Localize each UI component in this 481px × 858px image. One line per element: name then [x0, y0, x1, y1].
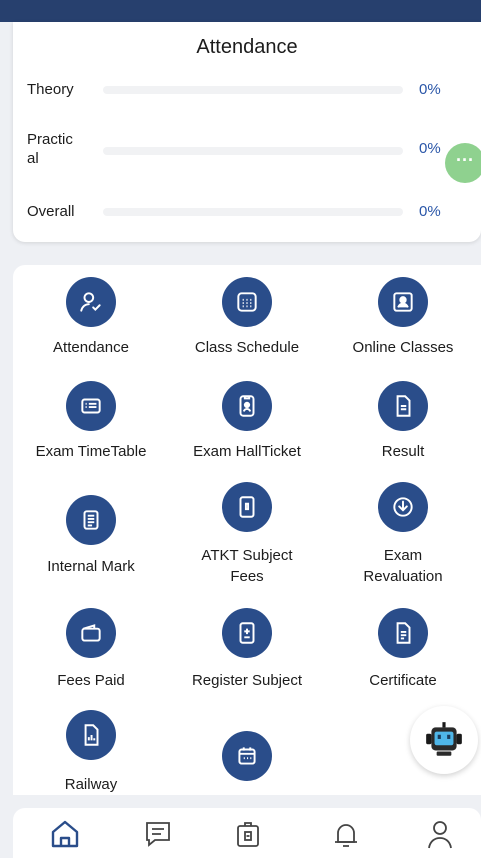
download-circle-icon	[378, 482, 428, 532]
attendance-percent: 0%	[419, 203, 441, 220]
robot-icon	[426, 722, 462, 756]
home-icon	[51, 820, 79, 848]
id-badge-icon	[222, 381, 272, 431]
user-check-icon	[66, 277, 116, 327]
message-icon	[146, 822, 170, 847]
menu-item-internal-mark[interactable]: Internal Mark	[13, 495, 169, 595]
menu-item-exam-revaluation[interactable]: Exam Revaluation	[325, 482, 481, 592]
calendar-icon	[222, 731, 272, 781]
menu-item-label: Attendance	[53, 339, 129, 356]
menu-item-label: Exam HallTicket	[193, 443, 301, 460]
menu-item-label: Fees Paid	[57, 672, 125, 689]
attendance-summary-card: Attendance Theory 0% Practic al 0% Overa…	[13, 22, 481, 242]
attendance-card-title: Attendance	[196, 36, 298, 58]
menu-item-register-subject[interactable]: Register Subject	[169, 608, 325, 698]
menu-item-label: Class Schedule	[194, 339, 300, 356]
attendance-percent: 0%	[419, 81, 441, 98]
menu-item-result[interactable]: Result	[325, 381, 481, 471]
menu-item-atkt-subject-fees[interactable]: ATKT Subject Fees	[169, 482, 325, 592]
nav-id-card[interactable]	[228, 816, 268, 856]
attendance-progress-bar	[103, 147, 403, 155]
certificate-icon	[378, 608, 428, 658]
list-icon	[66, 381, 116, 431]
attendance-progress-bar	[103, 208, 403, 216]
nav-notifications[interactable]	[326, 816, 366, 856]
plus-minus-document-icon	[222, 608, 272, 658]
menu-item-label: Result	[381, 443, 425, 460]
more-options-button[interactable]: ···	[445, 143, 481, 183]
wallet-icon	[66, 608, 116, 658]
menu-item-attendance[interactable]: Attendance	[13, 277, 169, 367]
bell-icon	[335, 824, 357, 847]
video-person-icon	[378, 277, 428, 327]
menu-item-label: Exam TimeTable	[35, 443, 147, 460]
menu-item-fees-paid[interactable]: Fees Paid	[13, 608, 169, 698]
calendar-grid-icon	[222, 277, 272, 327]
menu-item-label: Internal Mark	[47, 558, 135, 575]
top-app-bar	[0, 0, 481, 22]
attendance-percent: 0%	[419, 140, 441, 157]
menu-item-online-classes[interactable]: Online Classes	[325, 277, 481, 367]
menu-grid-card: Attendance Class Schedule Online Classes…	[13, 265, 481, 795]
menu-item-calendar[interactable]	[169, 731, 325, 791]
menu-item-certificate[interactable]: Certificate	[325, 608, 481, 698]
notes-icon	[66, 495, 116, 545]
profile-icon	[428, 821, 452, 849]
attendance-row-label: Theory	[27, 81, 74, 98]
nav-messages[interactable]	[138, 816, 178, 856]
chatbot-button[interactable]	[410, 706, 478, 774]
menu-item-railway[interactable]: Railway	[13, 710, 169, 795]
id-card-icon	[237, 822, 259, 847]
attendance-row-label: Practic al	[27, 131, 73, 167]
menu-item-exam-timetable[interactable]: Exam TimeTable	[13, 381, 169, 471]
attendance-progress-bar	[103, 86, 403, 94]
document-chart-icon	[66, 710, 116, 760]
attendance-row-label: Overall	[27, 203, 75, 220]
nav-profile[interactable]	[420, 816, 460, 856]
menu-item-label: Online Classes	[352, 339, 454, 356]
menu-item-exam-hallticket[interactable]: Exam HallTicket	[169, 381, 325, 471]
menu-item-label: ATKT Subject Fees	[201, 547, 293, 585]
menu-item-label: Railway	[64, 776, 118, 793]
document-icon	[378, 381, 428, 431]
more-dots-icon: ···	[456, 150, 474, 170]
bottom-navigation	[13, 808, 481, 858]
menu-item-label: Exam Revaluation	[363, 547, 443, 585]
nav-home[interactable]	[45, 816, 85, 856]
menu-item-class-schedule[interactable]: Class Schedule	[169, 277, 325, 367]
menu-item-label: Certificate	[369, 672, 437, 689]
tablet-icon	[222, 482, 272, 532]
menu-item-label: Register Subject	[191, 672, 303, 689]
